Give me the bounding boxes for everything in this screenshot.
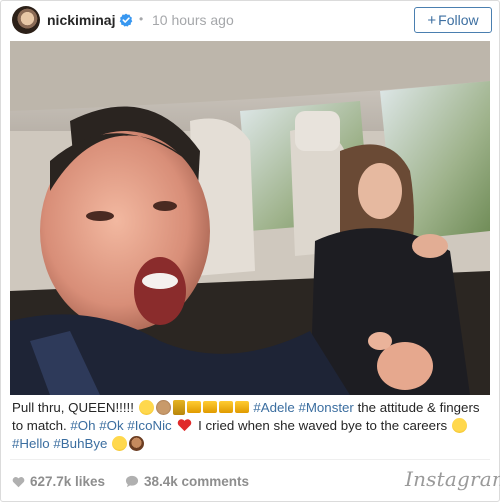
video-frame-image	[10, 41, 490, 395]
crown-emoji-icon	[186, 401, 201, 413]
comments-label: 38.4k comments	[144, 474, 250, 489]
avatar[interactable]	[12, 6, 40, 34]
comment-bubble-icon	[125, 475, 139, 488]
caption-text: I cried when she waved bye to the career…	[194, 418, 451, 433]
winking-tongue-emoji-icon	[138, 400, 154, 415]
hashtag-link[interactable]: #Monster	[298, 400, 353, 415]
hashtag-link[interactable]: #BuhBye	[53, 436, 107, 451]
hashtag-link[interactable]: #Adele	[253, 400, 294, 415]
comments-count[interactable]: 38.4k comments	[125, 474, 249, 489]
footer-divider	[10, 459, 490, 460]
caption-text: Pull thru, QUEEN!!!!!	[12, 400, 138, 415]
post-timestamp[interactable]: 10 hours ago	[152, 12, 234, 28]
hashtag-link[interactable]: #Ok	[99, 418, 123, 433]
post-caption: Pull thru, QUEEN!!!!! #Adele #Monster th…	[12, 399, 492, 453]
follow-label: Follow	[438, 12, 479, 28]
hashtag-link[interactable]: #Oh	[70, 418, 95, 433]
crown-emoji-icon	[218, 401, 233, 413]
hashtag-link[interactable]: #Hello	[12, 436, 50, 451]
likes-label: 627.7k likes	[30, 474, 106, 489]
crown-emoji-icon	[234, 401, 249, 413]
instagram-logo[interactable]: Instagram	[405, 467, 500, 491]
plus-icon: +	[427, 11, 437, 29]
crown-emoji-icon	[202, 401, 217, 413]
see-no-evil-monkey-emoji-icon	[155, 400, 171, 415]
post-card: nickiminaj • 10 hours ago + Follow Pull …	[0, 0, 500, 502]
follow-button[interactable]: + Follow	[414, 7, 492, 33]
post-video[interactable]	[10, 41, 490, 395]
likes-count[interactable]: 627.7k likes	[12, 474, 105, 489]
weary-face-emoji-icon	[451, 418, 467, 433]
post-header: nickiminaj • 10 hours ago + Follow	[1, 1, 499, 39]
woman-emoji-icon	[129, 436, 145, 451]
separator-dot: •	[139, 12, 144, 26]
weary-face-emoji-icon	[112, 436, 128, 451]
verified-badge-icon	[119, 13, 133, 27]
hashtag-link[interactable]: #IcoNic	[127, 418, 171, 433]
trophy-emoji-icon	[172, 400, 185, 415]
heart-icon	[12, 476, 25, 487]
username-link[interactable]: nickiminaj	[47, 12, 115, 28]
red-heart-emoji-icon	[178, 419, 192, 432]
